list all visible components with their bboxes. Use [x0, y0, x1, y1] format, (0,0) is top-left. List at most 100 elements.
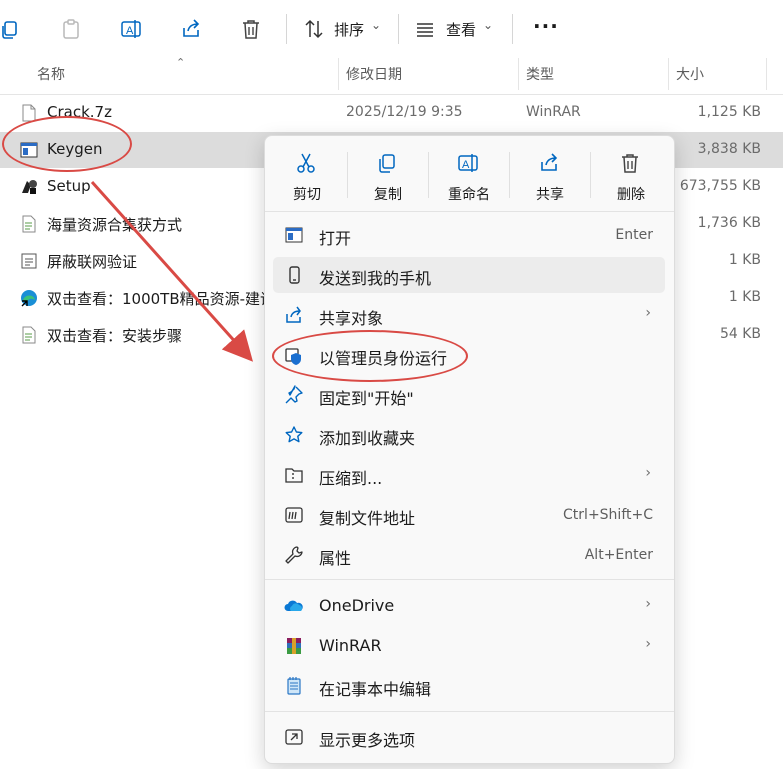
installer-icon	[22, 180, 37, 194]
file-size: 1,125 KB	[697, 104, 761, 120]
copy-label: 复制	[374, 187, 402, 203]
more-options-button[interactable]: ···	[533, 14, 559, 38]
column-modified[interactable]: 修改日期	[346, 64, 402, 84]
column-type[interactable]: 类型	[526, 64, 554, 84]
pin-icon	[285, 385, 303, 404]
chevron-right-icon: ›	[645, 305, 651, 321]
column-divider	[668, 58, 669, 90]
annotation-ellipse-run-as-admin	[272, 330, 468, 382]
trash-icon	[622, 154, 638, 173]
column-size[interactable]: 大小	[676, 64, 704, 84]
svg-text:A: A	[126, 25, 134, 37]
rename-button[interactable]: A 重命名	[433, 144, 505, 206]
file-name: 海量资源合集获方式	[47, 216, 183, 234]
paste-icon[interactable]	[54, 12, 88, 46]
chevron-down-icon: ⌄	[371, 18, 382, 32]
column-divider	[338, 58, 339, 90]
text-file-icon	[22, 215, 36, 233]
chevron-right-icon: ›	[645, 636, 651, 652]
file-size: 673,755 KB	[679, 178, 761, 194]
rename-icon: A	[458, 154, 478, 172]
shortcut-hint: Ctrl+Shift+C	[563, 507, 653, 523]
file-size: 1,736 KB	[697, 215, 761, 231]
cut-label: 剪切	[293, 187, 321, 203]
svg-text:A: A	[462, 159, 470, 171]
menu-item-onedrive[interactable]: OneDrive ›	[273, 588, 665, 624]
menu-item-label: 在记事本中编辑	[319, 680, 432, 699]
menu-item-label: 复制文件地址	[319, 509, 416, 528]
view-button[interactable]: 查看	[446, 19, 476, 40]
share-icon	[286, 306, 301, 323]
menu-item-label: 打开	[319, 229, 352, 248]
command-bar: A 排序 ⌄ 查看 ⌄ ···	[0, 0, 783, 58]
scissors-icon	[297, 153, 315, 173]
sort-arrows-icon[interactable]	[297, 12, 331, 46]
chevron-right-icon: ›	[645, 596, 651, 612]
cut-button[interactable]: 剪切	[271, 144, 343, 206]
delete-label: 删除	[617, 187, 645, 203]
column-header: ⌃ 名称 修改日期 类型 大小	[0, 56, 783, 95]
view-lines-icon[interactable]	[408, 12, 442, 46]
sort-caret-icon: ⌃	[176, 56, 186, 69]
edge-link-icon	[21, 290, 37, 307]
rename-label: 重命名	[448, 187, 490, 203]
script-file-icon	[21, 253, 37, 269]
menu-item-add-to-favorites[interactable]: 添加到收藏夹	[273, 417, 665, 453]
menu-item-label: 属性	[319, 549, 352, 568]
menu-item-winrar[interactable]: WinRAR ›	[273, 628, 665, 664]
menu-item-label: OneDrive	[319, 596, 395, 615]
delete-icon[interactable]	[234, 12, 268, 46]
file-name: 双击查看：安装步骤	[47, 327, 183, 345]
zip-folder-icon	[285, 468, 303, 483]
qa-divider	[590, 152, 591, 198]
delete-button[interactable]: 删除	[595, 144, 667, 206]
toolbar-divider	[286, 14, 287, 44]
menu-item-label: WinRAR	[319, 636, 382, 655]
winrar-icon	[287, 638, 301, 654]
copy-button[interactable]: 复制	[352, 144, 424, 206]
copy-icon	[379, 154, 395, 173]
shortcut-hint: Enter	[615, 227, 653, 243]
qa-divider	[509, 152, 510, 198]
shortcut-hint: Alt+Enter	[584, 547, 653, 563]
menu-item-label: 共享对象	[319, 309, 384, 328]
menu-item-edit-notepad[interactable]: 在记事本中编辑	[273, 668, 665, 704]
star-icon	[285, 426, 303, 443]
file-size: 1 KB	[728, 252, 761, 268]
column-name[interactable]: 名称	[37, 64, 65, 84]
notepad-icon	[287, 677, 301, 695]
phone-icon	[289, 266, 300, 284]
copy-icon[interactable]	[0, 12, 28, 46]
menu-item-label: 显示更多选项	[319, 731, 416, 750]
file-type: WinRAR	[526, 104, 581, 120]
rename-icon[interactable]: A	[114, 12, 148, 46]
share-icon[interactable]	[174, 12, 208, 46]
qa-divider	[347, 152, 348, 198]
qa-divider	[428, 152, 429, 198]
share-label: 共享	[536, 187, 564, 203]
text-file-icon	[22, 326, 36, 344]
menu-item-label: 固定到"开始"	[319, 389, 414, 408]
menu-item-open[interactable]: 打开 Enter	[273, 217, 665, 253]
menu-item-pin-to-start[interactable]: 固定到"开始"	[273, 377, 665, 413]
menu-item-share-with[interactable]: 共享对象 ›	[273, 297, 665, 333]
sort-button[interactable]: 排序	[334, 19, 364, 40]
menu-item-compress-to[interactable]: 压缩到... ›	[273, 457, 665, 493]
copy-path-icon	[285, 507, 303, 523]
wrench-icon	[285, 546, 303, 564]
menu-item-label: 压缩到...	[319, 469, 383, 488]
toolbar-divider	[512, 14, 513, 44]
file-name: Setup	[47, 177, 91, 195]
menu-divider	[265, 579, 674, 580]
menu-item-label: 添加到收藏夹	[319, 429, 416, 448]
share-button[interactable]: 共享	[514, 144, 586, 206]
menu-item-copy-path[interactable]: 复制文件地址 Ctrl+Shift+C	[273, 497, 665, 533]
menu-item-show-more-options[interactable]: 显示更多选项	[273, 719, 665, 755]
menu-item-properties[interactable]: 属性 Alt+Enter	[273, 537, 665, 573]
onedrive-cloud-icon	[284, 600, 303, 611]
menu-divider	[265, 711, 674, 712]
menu-item-send-to-phone[interactable]: 发送到我的手机	[273, 257, 665, 293]
file-size: 54 KB	[719, 326, 761, 342]
open-window-icon	[285, 227, 303, 243]
column-divider	[766, 58, 767, 90]
